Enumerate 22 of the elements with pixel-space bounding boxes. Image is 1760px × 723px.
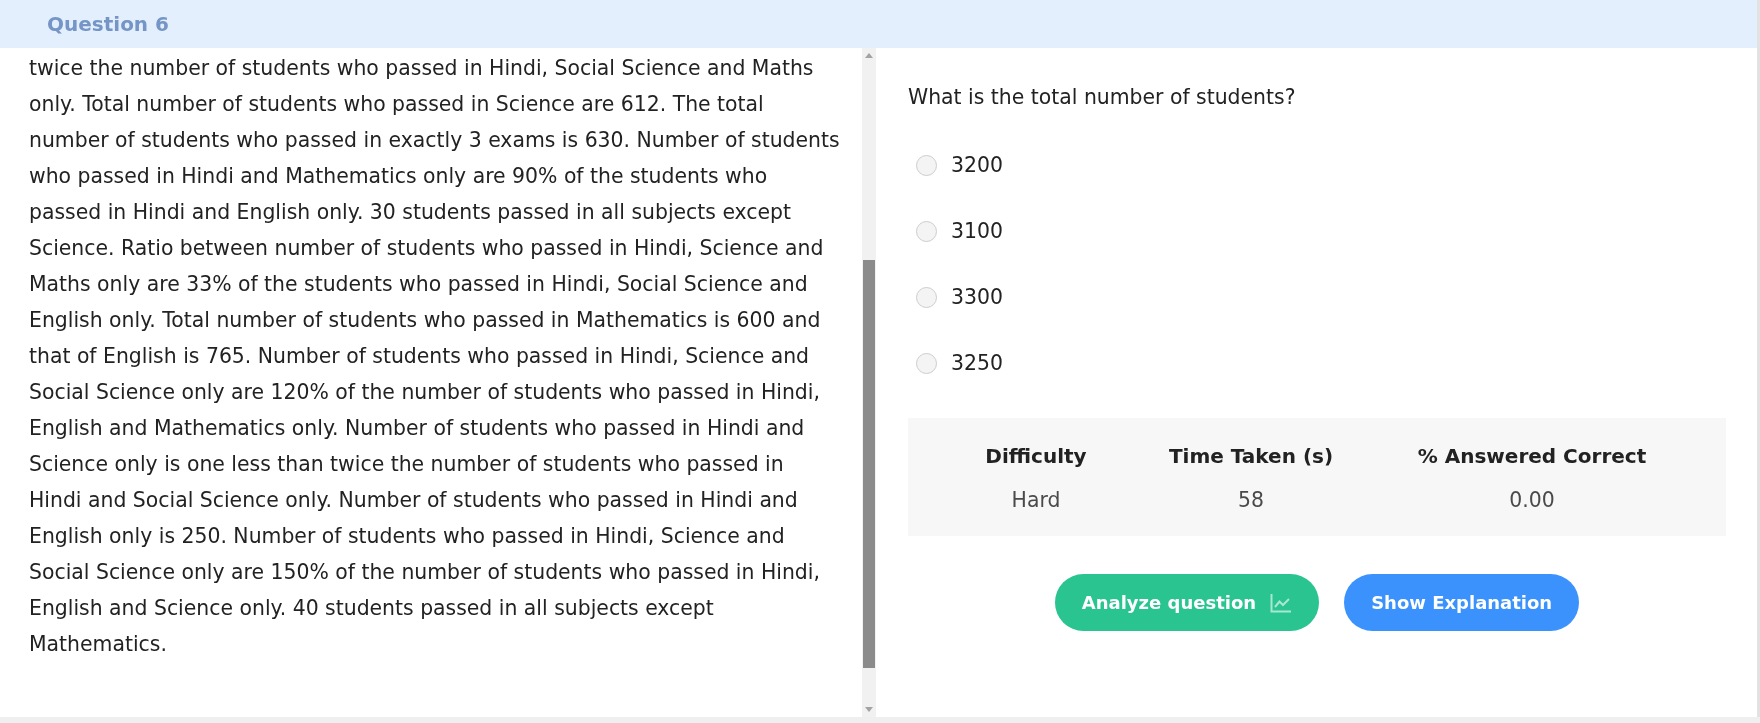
stat-heading: Difficulty [985,443,1087,469]
radio-button[interactable] [916,352,937,374]
option-label[interactable]: 3100 [951,218,1003,244]
line-chart-icon [1270,592,1293,613]
option-label[interactable]: 3200 [951,152,1003,178]
question-text: What is the total number of students? [908,84,1296,110]
stat-value: Hard [1011,487,1061,513]
stat-value: 0.00 [1509,487,1555,513]
radio-button[interactable] [916,220,937,242]
stat-value: 58 [1238,487,1264,513]
question-title: Question 6 [47,12,169,36]
option-label[interactable]: 3300 [951,284,1003,310]
scroll-down-arrow-icon[interactable] [865,707,873,712]
scroll-up-arrow-icon[interactable] [865,53,873,58]
radio-button[interactable] [916,154,937,176]
passage-text: twice the number of students who passed in Hindi, Social Science and Maths only. Total number of students who passed in Science are 612. The total number of students who passed in exactly 3 exams is 630. Number of students who passed in Hindi and Mathematics only are 90% of the students who passed in Hindi and English only. 30 students passed in all subjects except Science. Ratio between number of students who passed in Hindi, Science and Maths only are 33% of the students who passed in Hindi, Social Science and English only. Total number of students who passed in Mathematics is 600 and that of English is 765. Number of students who passed in Hindi, Science and Social Science only are 120% of the number of students who passed in Hindi, English and Mathematics only. Number of students who passed in Hindi and Science only is one less than twice the number of students who passed in Hindi and Social Science only. Number of students who passed in Hindi and English only is 250. Number of students who passed in Hindi, Science and Social Science only are 150% of the number of students who passed in Hindi, English and Science only. 40 students passed in all subjects except Mathematics. [29,55,841,658]
option-label[interactable]: 3250 [951,350,1003,376]
scrollbar[interactable] [862,48,876,717]
scrollbar-thumb[interactable] [863,260,875,668]
stat-heading: Time Taken (s) [1168,443,1334,469]
radio-button[interactable] [916,286,937,308]
stat-heading: % Answered Correct [1417,443,1647,469]
